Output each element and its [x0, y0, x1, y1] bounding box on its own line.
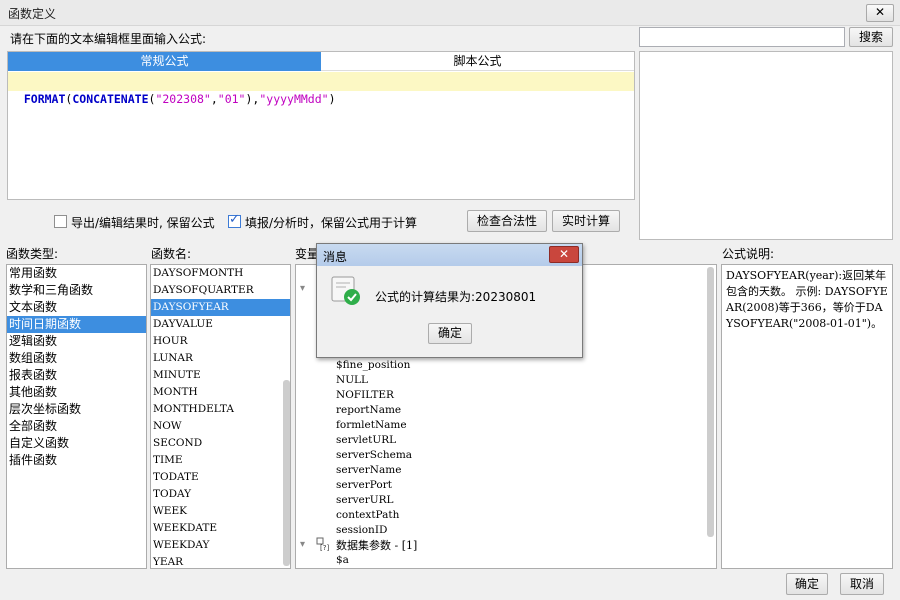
variable-items: $fine_position NULL NOFILTER reportName … — [336, 358, 696, 538]
export-keep-formula-checkbox[interactable] — [54, 215, 67, 228]
description-text: DAYSOFYEAR(year):返回某年包含的天数。 示例: DAYSOFYE… — [726, 269, 888, 330]
category-item-selected[interactable]: 时间日期函数 — [7, 316, 146, 333]
formula-token: ), — [245, 92, 260, 106]
formula-prompt: 请在下面的文本编辑框里面输入公式: — [10, 32, 207, 46]
formula-text-line[interactable]: FORMAT(CONCATENATE("202308","01"),"yyyyM… — [8, 72, 634, 106]
variable-tree-scrollbar[interactable] — [707, 267, 714, 537]
message-text: 公式的计算结果为:20230801 — [375, 290, 537, 304]
message-titlebar — [317, 244, 582, 266]
tab-normal-formula[interactable]: 常规公式 — [8, 52, 321, 71]
formula-token: CONCATENATE — [72, 92, 149, 106]
ok-button[interactable]: 确定 — [786, 573, 828, 595]
realtime-calc-button[interactable]: 实时计算 — [552, 210, 620, 232]
function-item[interactable]: DAYSOFMONTH — [151, 265, 290, 282]
tree-expand-icon[interactable]: ▾ — [300, 283, 305, 294]
function-item-selected[interactable]: DAYSOFYEAR — [151, 299, 290, 316]
check-validity-button[interactable]: 检查合法性 — [467, 210, 547, 232]
message-ok-button[interactable]: 确定 — [428, 323, 472, 344]
function-item[interactable]: MONTH — [151, 384, 290, 401]
function-header: 函数名: — [151, 247, 192, 261]
variable-item[interactable]: servletURL — [336, 433, 696, 448]
variable-item[interactable]: serverPort — [336, 478, 696, 493]
function-item[interactable]: MINUTE — [151, 367, 290, 384]
function-item[interactable]: LUNAR — [151, 350, 290, 367]
category-item[interactable]: 全部函数 — [7, 418, 146, 435]
formula-token: , — [210, 92, 218, 106]
tab-script-formula[interactable]: 脚本公式 — [321, 52, 634, 71]
function-item[interactable]: TODAY — [151, 486, 290, 503]
formula-token: "yyyyMMdd" — [259, 92, 329, 106]
category-item[interactable]: 常用函数 — [7, 265, 146, 282]
category-list[interactable]: 常用函数 数学和三角函数 文本函数 时间日期函数 逻辑函数 数组函数 报表函数 … — [6, 264, 147, 569]
search-results-panel[interactable] — [639, 51, 893, 240]
message-dialog: 消息 ✕ 公式的计算结果为:20230801 确定 — [316, 243, 583, 358]
variable-item[interactable]: NULL — [336, 373, 696, 388]
dataset-param-group[interactable]: 数据集参数 - [1] — [336, 537, 417, 553]
variable-item[interactable]: contextPath — [336, 508, 696, 523]
category-item[interactable]: 逻辑函数 — [7, 333, 146, 350]
description-header: 公式说明: — [722, 247, 775, 261]
category-item[interactable]: 层次坐标函数 — [7, 401, 146, 418]
formula-token: FORMAT — [23, 92, 66, 106]
tree-expand-icon[interactable]: ▾ — [300, 539, 305, 550]
variable-item[interactable]: sessionID — [336, 523, 696, 538]
fill-keep-formula-label: 填报/分析时，保留公式用于计算 — [245, 216, 418, 230]
function-item[interactable]: HOUR — [151, 333, 290, 350]
window-titlebar — [0, 0, 900, 26]
category-item[interactable]: 数学和三角函数 — [7, 282, 146, 299]
variable-item[interactable]: formletName — [336, 418, 696, 433]
message-title: 消息 — [323, 250, 348, 264]
function-item[interactable]: DAYSOFQUARTER — [151, 282, 290, 299]
function-item[interactable]: TODATE — [151, 469, 290, 486]
function-item[interactable]: TIME — [151, 452, 290, 469]
variable-item[interactable]: serverName — [336, 463, 696, 478]
category-item[interactable]: 数组函数 — [7, 350, 146, 367]
formula-token: ) — [328, 92, 336, 106]
function-item[interactable]: DAYVALUE — [151, 316, 290, 333]
category-item[interactable]: 文本函数 — [7, 299, 146, 316]
function-item[interactable]: YEAR — [151, 554, 290, 568]
variable-item[interactable]: serverSchema — [336, 448, 696, 463]
variable-item[interactable]: reportName — [336, 403, 696, 418]
formula-token: "202308" — [155, 92, 211, 106]
search-input[interactable] — [639, 27, 845, 47]
function-item[interactable]: WEEKDAY — [151, 537, 290, 554]
search-button[interactable]: 搜索 — [849, 27, 893, 47]
formula-token: "01" — [217, 92, 246, 106]
function-item[interactable]: SECOND — [151, 435, 290, 452]
variable-item[interactable]: $fine_position — [336, 358, 696, 373]
cancel-button[interactable]: 取消 — [840, 573, 884, 595]
success-check-icon — [331, 276, 361, 306]
function-item[interactable]: NOW — [151, 418, 290, 435]
function-list-scrollbar[interactable] — [283, 380, 290, 566]
export-keep-formula-label: 导出/编辑结果时, 保留公式 — [71, 216, 215, 230]
function-item[interactable]: WEEK — [151, 503, 290, 520]
svg-text:[?]: [?] — [320, 544, 329, 551]
category-item[interactable]: 其他函数 — [7, 384, 146, 401]
window-title: 函数定义 — [8, 7, 57, 21]
message-close-button[interactable]: ✕ — [549, 246, 579, 263]
category-item[interactable]: 自定义函数 — [7, 435, 146, 452]
variable-item[interactable]: serverURL — [336, 493, 696, 508]
function-item[interactable]: MONTHDELTA — [151, 401, 290, 418]
checkmark-icon: ✓ — [229, 212, 240, 227]
category-item[interactable]: 报表函数 — [7, 367, 146, 384]
function-list[interactable]: DAYSOFMONTH DAYSOFQUARTER DAYSOFYEAR DAY… — [150, 264, 291, 569]
category-header: 函数类型: — [6, 247, 59, 261]
variable-item[interactable]: NOFILTER — [336, 388, 696, 403]
category-item[interactable]: 插件函数 — [7, 452, 146, 469]
dataset-param-icon: [?] — [316, 537, 330, 552]
variable-item[interactable]: $a — [336, 553, 349, 568]
function-item[interactable]: WEEKDATE — [151, 520, 290, 537]
description-panel: DAYSOFYEAR(year):返回某年包含的天数。 示例: DAYSOFYE… — [721, 264, 893, 569]
window-close-button[interactable]: ✕ — [866, 4, 894, 22]
